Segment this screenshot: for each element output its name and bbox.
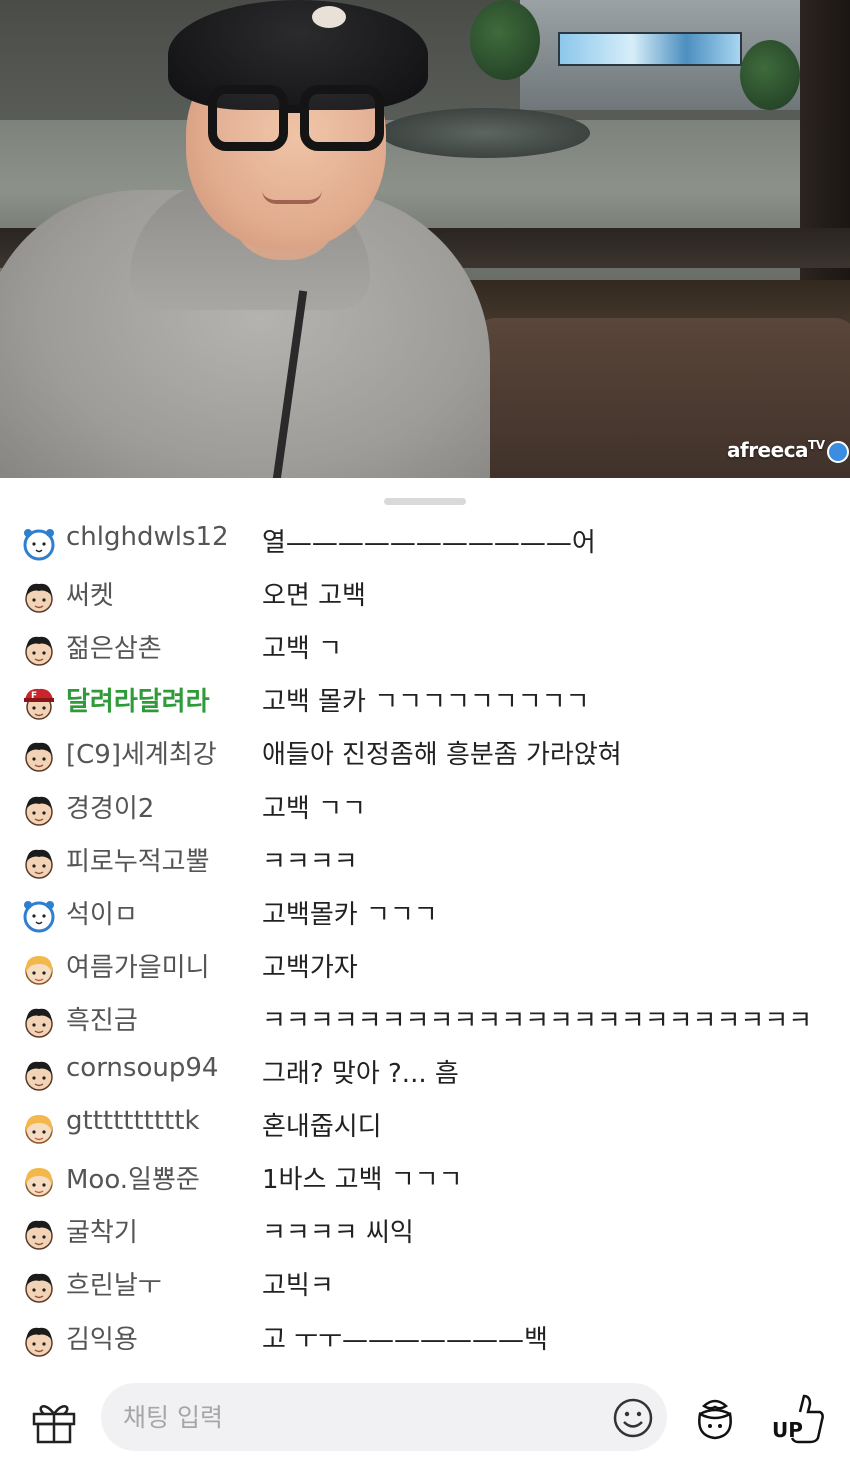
girl-face-icon[interactable] <box>22 1111 56 1145</box>
chat-message[interactable]: chlghdwls12 열———————————어 <box>0 512 850 565</box>
user-face-icon[interactable] <box>22 793 56 827</box>
up-label: UP <box>772 1418 803 1442</box>
bottom-bar: UP <box>0 1370 850 1471</box>
afreecatv-logo-icon <box>826 440 849 463</box>
user-face-icon[interactable] <box>22 739 56 773</box>
user-face-icon[interactable] <box>22 1005 56 1039</box>
chat-message-text: ㅋㅋㅋㅋ 씨익 <box>262 1218 414 1249</box>
user-face-icon[interactable] <box>22 1270 56 1304</box>
chat-message[interactable]: 흐린날ㅜ 고빅ㅋ <box>0 1255 850 1308</box>
chat-message-text: 애들아 진정좀해 흥분좀 가라앉혀 <box>262 740 622 771</box>
chat-message-text: ㅋㅋㅋㅋ <box>262 846 358 877</box>
chat-message[interactable]: 김익용 고 ㅜㅜ———————백 <box>0 1309 850 1362</box>
user-face-icon[interactable] <box>22 1058 56 1092</box>
background-billboard <box>558 32 742 66</box>
glasses-left-lens <box>208 85 288 151</box>
chat-nickname[interactable]: 여름가을미니 <box>66 947 210 984</box>
chat-message-text: 고백 ㄱㄱ <box>262 793 366 824</box>
chat-nickname[interactable]: 흑진금 <box>66 1000 138 1037</box>
chat-message[interactable]: cornsoup94 그래? 맞아 ?... 흠 <box>0 1043 850 1096</box>
mascot-icon[interactable] <box>22 899 56 933</box>
chat-nickname[interactable]: Moo.일뿅준 <box>66 1159 200 1196</box>
mascot-icon[interactable] <box>22 527 56 561</box>
chat-message[interactable]: 흑진금 ㅋㅋㅋㅋㅋㅋㅋㅋㅋㅋㅋㅋㅋㅋㅋㅋㅋㅋㅋㅋㅋㅋㅋ <box>0 990 850 1043</box>
chat-message[interactable]: gttttttttttk 혼내줍시디 <box>0 1096 850 1149</box>
chat-message[interactable]: 석이ㅁ 고백몰카 ㄱㄱㄱ <box>0 884 850 937</box>
svg-text:F: F <box>31 691 37 701</box>
chat-message[interactable]: 젊은삼촌 고백 ㄱ <box>0 618 850 671</box>
chat-input[interactable] <box>101 1383 667 1451</box>
chat-message-text: 고백 ㄱ <box>262 634 343 665</box>
chat-message[interactable]: 경경이2 고백 ㄱㄱ <box>0 778 850 831</box>
chat-message-text: 고백 몰카 ㄱㄱㄱㄱㄱㄱㄱㄱㄱ <box>262 687 590 718</box>
chat-message-text: 고백몰카 ㄱㄱㄱ <box>262 899 438 930</box>
watermark-text: afreeca <box>727 438 809 462</box>
chat-message-text: 오면 고백 <box>262 581 366 612</box>
chat-nickname[interactable]: 김익용 <box>66 1319 138 1356</box>
chat-nickname[interactable]: 굴착기 <box>66 1212 138 1249</box>
chat-nickname[interactable]: 경경이2 <box>66 788 154 825</box>
star-balloon-bag-icon[interactable] <box>690 1392 740 1442</box>
watermark-suffix: TV <box>808 438 825 452</box>
chat-nickname[interactable]: 피로누적고뿔 <box>66 841 210 878</box>
chat-nickname[interactable]: 달려라달려라 <box>66 681 210 718</box>
streamer-cap <box>168 0 428 110</box>
chat-message-text: 고백가자 <box>262 952 358 983</box>
user-face-icon[interactable] <box>22 633 56 667</box>
user-face-icon[interactable] <box>22 846 56 880</box>
afreecatv-watermark: afreecaTV <box>727 438 849 463</box>
cap-logo <box>312 6 346 28</box>
chat-message[interactable]: Moo.일뿅준 1바스 고백 ㄱㄱㄱ <box>0 1149 850 1202</box>
emoji-icon[interactable] <box>612 1397 654 1439</box>
streamer <box>0 0 520 478</box>
girl-face-icon[interactable] <box>22 1164 56 1198</box>
chat-message[interactable]: F 달려라달려라 고백 몰카 ㄱㄱㄱㄱㄱㄱㄱㄱㄱ <box>0 671 850 724</box>
chat-nickname[interactable]: 젊은삼촌 <box>66 628 162 665</box>
chat-message[interactable]: 피로누적고뿔 ㅋㅋㅋㅋ <box>0 831 850 884</box>
chat-message-text: 그래? 맞아 ?... 흠 <box>262 1059 459 1089</box>
chat-nickname[interactable]: [C9]세계최강 <box>66 734 217 771</box>
glasses-right-lens <box>300 85 384 151</box>
girl-face-icon[interactable] <box>22 952 56 986</box>
chat-message[interactable]: 써켓 오면 고백 <box>0 565 850 618</box>
drag-handle[interactable] <box>384 498 466 505</box>
chat-message[interactable]: 여름가을미니 고백가자 <box>0 937 850 990</box>
chat-message-text: 고 ㅜㅜ———————백 <box>262 1324 548 1355</box>
user-face-icon[interactable] <box>22 1324 56 1358</box>
chat-message-text: 혼내줍시디 <box>262 1112 382 1143</box>
chat-message-text: 열———————————어 <box>262 528 596 558</box>
chat-nickname[interactable]: 흐린날ㅜ <box>66 1265 162 1302</box>
background-tree <box>740 40 800 110</box>
chat-message-text: 고빅ㅋ <box>262 1271 334 1302</box>
chat-nickname[interactable]: chlghdwls12 <box>66 522 229 552</box>
chat-nickname[interactable]: gttttttttttk <box>66 1106 200 1136</box>
gift-icon[interactable] <box>30 1396 78 1444</box>
user-face-icon[interactable] <box>22 1217 56 1251</box>
fan-badge-icon[interactable]: F <box>22 686 56 721</box>
chat-message-text: ㅋㅋㅋㅋㅋㅋㅋㅋㅋㅋㅋㅋㅋㅋㅋㅋㅋㅋㅋㅋㅋㅋㅋ <box>262 1005 813 1036</box>
chat-message-text: 1바스 고백 ㄱㄱㄱ <box>262 1165 463 1196</box>
chat-nickname[interactable]: cornsoup94 <box>66 1053 218 1083</box>
chat-nickname[interactable]: 써켓 <box>66 575 114 612</box>
streamer-mouth <box>262 190 322 204</box>
video-player[interactable]: afreecaTV <box>0 0 850 478</box>
user-face-icon[interactable] <box>22 580 56 614</box>
chat-message[interactable]: [C9]세계최강 애들아 진정좀해 흥분좀 가라앉혀 <box>0 724 850 777</box>
chat-message[interactable]: 굴착기 ㅋㅋㅋㅋ 씨익 <box>0 1202 850 1255</box>
chat-nickname[interactable]: 석이ㅁ <box>66 894 138 931</box>
